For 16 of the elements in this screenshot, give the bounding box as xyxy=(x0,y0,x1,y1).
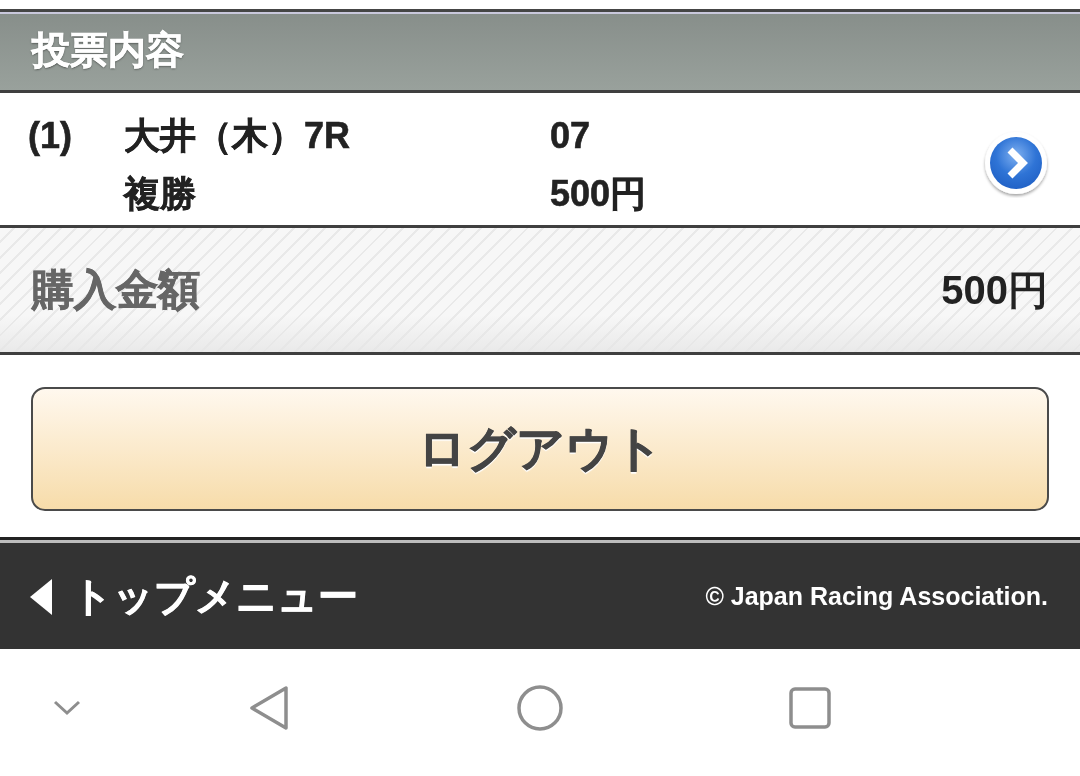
recents-icon[interactable] xyxy=(789,687,831,729)
copyright-text: © Japan Racing Association. xyxy=(705,582,1048,611)
caret-left-icon xyxy=(30,578,52,615)
top-menu-link[interactable]: トップメニュー xyxy=(30,569,358,624)
chevron-down-icon[interactable] xyxy=(53,700,81,716)
bet-index: (1) xyxy=(28,114,72,158)
bet-amount: 500円 xyxy=(550,172,647,216)
total-amount: 500円 xyxy=(941,266,1048,314)
section-title: 投票内容 xyxy=(32,28,184,74)
home-icon[interactable] xyxy=(517,685,563,731)
horse-number: 07 xyxy=(550,114,591,158)
back-icon[interactable] xyxy=(249,685,289,731)
race-name: 大井（木）7R xyxy=(124,114,351,158)
total-label: 購入金額 xyxy=(32,265,200,315)
logout-button[interactable]: ログアウト xyxy=(31,387,1049,511)
bet-type: 複勝 xyxy=(124,172,196,216)
